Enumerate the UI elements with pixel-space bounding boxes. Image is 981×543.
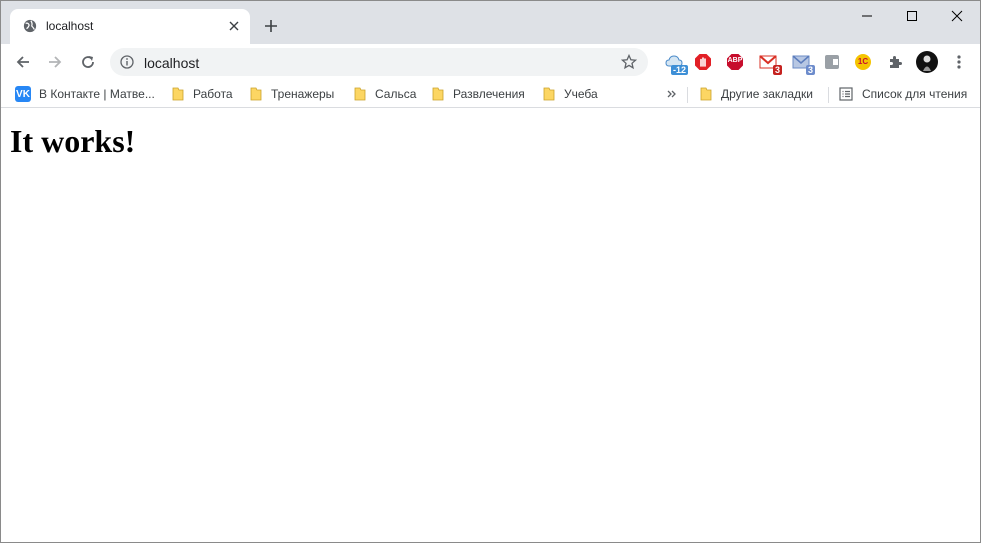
reload-icon[interactable] bbox=[75, 49, 101, 75]
folder-icon bbox=[700, 87, 712, 101]
bookmark-label: Сальса bbox=[375, 87, 417, 101]
bookmark-star-icon[interactable] bbox=[621, 54, 637, 70]
weather-extension-icon[interactable]: -12 bbox=[663, 51, 688, 75]
info-icon[interactable] bbox=[120, 55, 134, 69]
bookmark-folder-salsa[interactable]: Сальса bbox=[354, 85, 416, 103]
reading-list-label: Список для чтения bbox=[862, 87, 968, 101]
bookmark-vk[interactable]: VK В Контакте | Матве... bbox=[15, 85, 155, 103]
address-bar[interactable]: localhost bbox=[110, 48, 648, 76]
bookmark-folder-rabota[interactable]: Работа bbox=[172, 85, 233, 103]
puzzle-extensions-icon[interactable] bbox=[884, 51, 906, 73]
new-tab-icon[interactable] bbox=[260, 15, 282, 37]
gray-square-icon[interactable] bbox=[821, 51, 843, 73]
gmail-icon[interactable]: 3 bbox=[757, 51, 782, 75]
browser-window: localhost localhost -12 ABP 3 3 1С VK В … bbox=[0, 0, 981, 543]
bookmarks-bar: VK В Контакте | Матве... Работа Тренажер… bbox=[1, 80, 980, 108]
back-arrow-icon[interactable] bbox=[10, 49, 36, 75]
bookmark-folder-other[interactable]: Другие закладки bbox=[700, 85, 813, 103]
forward-arrow-icon[interactable] bbox=[42, 49, 68, 75]
adblock-plus-icon[interactable]: ABP bbox=[724, 51, 746, 73]
vk-icon: VK bbox=[15, 86, 31, 102]
bookmark-folder-ucheba[interactable]: Учеба bbox=[543, 85, 598, 103]
bookmark-label: Учеба bbox=[564, 87, 598, 101]
1c-label: 1С bbox=[857, 57, 869, 66]
bookmark-folder-trenazhery[interactable]: Тренажеры bbox=[250, 85, 334, 103]
toolbar: localhost -12 ABP 3 3 1С bbox=[1, 44, 980, 80]
close-window-icon[interactable] bbox=[934, 1, 980, 31]
globe-icon bbox=[23, 19, 37, 33]
bookmark-folder-razvlecheniya[interactable]: Развлечения bbox=[432, 85, 525, 103]
bookmarks-divider bbox=[687, 87, 688, 103]
bookmarks-divider bbox=[828, 87, 829, 103]
reading-list-button[interactable]: Список для чтения bbox=[839, 85, 967, 103]
1c-icon[interactable]: 1С bbox=[852, 51, 874, 73]
url-text[interactable]: localhost bbox=[144, 55, 199, 71]
stop-hand-icon[interactable] bbox=[692, 51, 714, 73]
menu-kebab-icon[interactable] bbox=[948, 51, 970, 73]
mail-icon[interactable]: 3 bbox=[790, 51, 815, 75]
weather-badge: -12 bbox=[670, 65, 688, 75]
bookmark-label: Работа bbox=[193, 87, 233, 101]
profile-avatar[interactable] bbox=[916, 51, 938, 73]
maximize-icon[interactable] bbox=[889, 1, 935, 31]
reading-list-icon bbox=[839, 87, 853, 101]
other-bookmarks-label: Другие закладки bbox=[721, 87, 813, 101]
gmail-badge: 3 bbox=[772, 65, 782, 75]
folder-icon bbox=[543, 87, 555, 101]
tab-strip: localhost bbox=[1, 1, 980, 44]
page-heading: It works! bbox=[10, 123, 136, 159]
abp-label: ABP bbox=[727, 57, 743, 64]
bookmark-label: Развлечения bbox=[453, 87, 525, 101]
folder-icon bbox=[354, 87, 366, 101]
bookmark-label: В Контакте | Матве... bbox=[39, 87, 155, 101]
page-content: It works! bbox=[1, 109, 980, 542]
minimize-icon[interactable] bbox=[844, 1, 890, 31]
tab-localhost[interactable]: localhost bbox=[10, 9, 250, 44]
folder-icon bbox=[172, 87, 184, 101]
folder-icon bbox=[250, 87, 262, 101]
folder-icon bbox=[432, 87, 444, 101]
bookmark-label: Тренажеры bbox=[271, 87, 335, 101]
mail-badge: 3 bbox=[805, 65, 815, 75]
tab-close-icon[interactable] bbox=[226, 18, 242, 34]
tab-title: localhost bbox=[46, 19, 94, 33]
bookmarks-overflow-chevron-icon[interactable] bbox=[667, 85, 677, 103]
